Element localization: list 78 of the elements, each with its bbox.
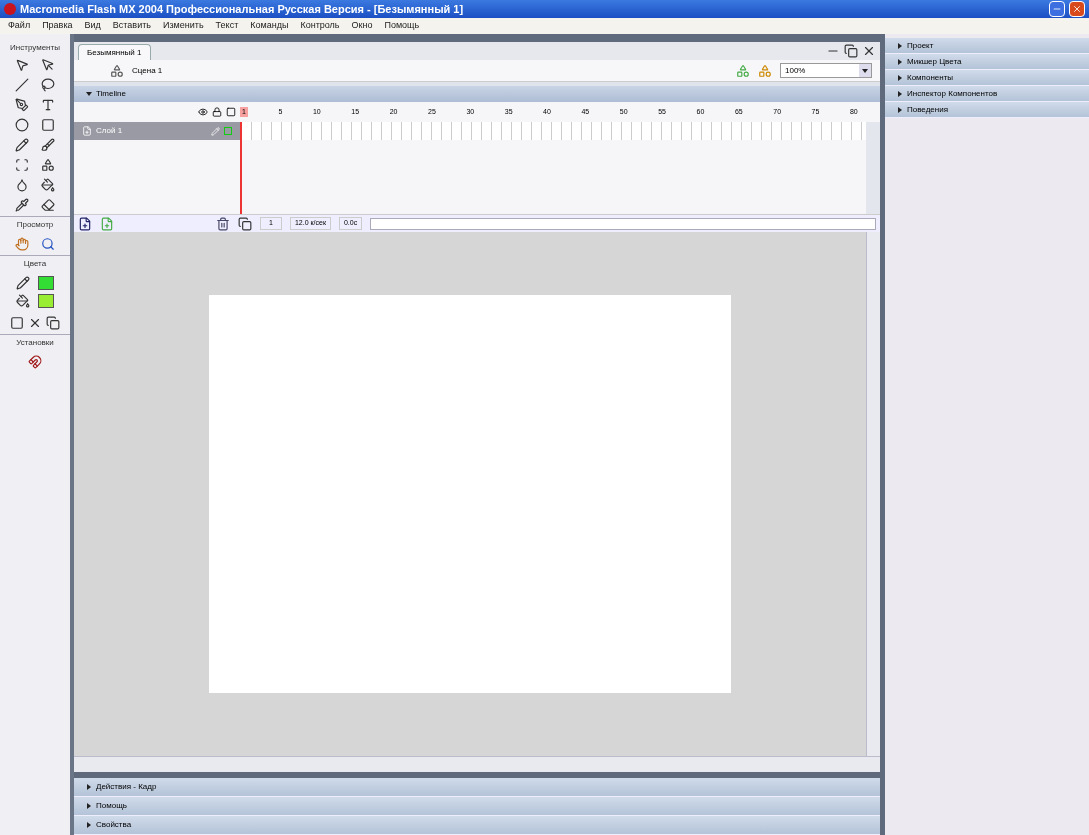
panel-title: Поведения (907, 103, 948, 116)
close-button[interactable] (1069, 1, 1085, 17)
toolbox-section-title: Инструменты (10, 42, 60, 54)
panel-title: Проект (907, 39, 934, 52)
window-title: Macromedia Flash MX 2004 Профессиональная Русская Версия - [Безымянный 1] (20, 1, 464, 17)
zoom-dropdown[interactable]: 100% (780, 63, 872, 78)
stroke-color-icon[interactable] (16, 276, 30, 290)
panel-title: Микшер Цвета (907, 55, 962, 68)
panel-header[interactable]: Микшер Цвета (885, 54, 1089, 70)
menu-item[interactable]: Файл (8, 19, 31, 33)
zoom-icon[interactable] (41, 237, 55, 251)
paint-bucket-icon[interactable] (41, 178, 55, 192)
panel-header[interactable]: Помощь (74, 797, 880, 816)
add-layer-icon[interactable] (78, 216, 92, 231)
panel-header[interactable]: Действия - Кадр (74, 778, 880, 797)
subselect-arrow-icon[interactable] (41, 58, 55, 72)
close-icon[interactable] (862, 44, 876, 58)
line-icon[interactable] (15, 78, 29, 92)
panel-header[interactable]: Инспектор Компонентов (885, 86, 1089, 102)
menu-item[interactable]: Текст (215, 19, 239, 33)
rectangle-icon[interactable] (41, 118, 55, 132)
restore-icon[interactable] (844, 44, 858, 58)
horizontal-scrollbar[interactable] (74, 756, 880, 772)
timeline-title: Timeline (96, 88, 126, 100)
timeline-header[interactable]: Timeline (74, 86, 880, 102)
minimize-button[interactable] (1049, 1, 1065, 17)
panel-title: Помощь (96, 800, 127, 812)
toolbox-section-title: Установки (0, 334, 70, 351)
fill-color-icon[interactable] (16, 294, 30, 308)
app-logo-icon (4, 3, 16, 15)
outline-icon[interactable] (226, 107, 236, 117)
panel-title: Компоненты (907, 71, 954, 84)
layer-name: Слой 1 (96, 125, 123, 137)
horizontal-scrollbar[interactable] (370, 217, 876, 230)
panel-header[interactable]: Свойства (74, 816, 880, 835)
menu-item[interactable]: Вставить (112, 19, 151, 33)
menu-item[interactable]: Вид (84, 19, 101, 33)
menu-item[interactable]: Изменить (163, 19, 204, 33)
color-swatch[interactable] (38, 294, 54, 308)
magnet-icon[interactable] (28, 355, 42, 369)
vertical-scrollbar[interactable] (866, 232, 880, 756)
document-tab[interactable]: Безымянный 1 (78, 44, 151, 60)
menu-item[interactable]: Помощь (384, 19, 420, 33)
no-color-icon[interactable] (28, 316, 42, 330)
expanded-triangle-icon (862, 67, 868, 74)
menu-item[interactable]: Контроль (300, 19, 340, 33)
panel-header[interactable]: Компоненты (885, 70, 1089, 86)
arrow-icon[interactable] (15, 58, 29, 72)
menu-item[interactable]: Команды (250, 19, 289, 33)
toolbox-section-title: Просмотр (0, 216, 70, 233)
eyedropper-icon[interactable] (15, 198, 29, 212)
hand-icon[interactable] (15, 237, 29, 251)
eye-icon[interactable] (198, 107, 208, 117)
scene-label[interactable]: Сцена 1 (132, 64, 163, 77)
panel-title: Инспектор Компонентов (907, 87, 998, 100)
oval-icon[interactable] (15, 118, 29, 132)
toolbox-section-title: Цвета (0, 255, 70, 272)
pencil-icon[interactable] (15, 138, 29, 152)
layer-outline-icon (224, 127, 232, 135)
lock-icon[interactable] (212, 107, 222, 117)
close-icon (1072, 4, 1082, 14)
text-tool-icon[interactable] (41, 98, 55, 112)
lasso-icon[interactable] (41, 78, 55, 92)
pen-icon[interactable] (15, 98, 29, 112)
color-swatch[interactable] (38, 276, 54, 290)
menu-item[interactable]: Правка (42, 19, 73, 33)
brush-icon[interactable] (41, 138, 55, 152)
panel-header[interactable]: Проект (885, 38, 1089, 54)
pencil-icon (211, 126, 220, 136)
panel-title: Действия - Кадр (96, 781, 157, 793)
panel-title: Свойства (96, 819, 132, 831)
transform-icon[interactable] (15, 158, 29, 172)
eraser-icon[interactable] (41, 198, 55, 212)
menu-item[interactable]: Окно (351, 19, 373, 33)
trash-icon[interactable] (216, 216, 230, 231)
vertical-scrollbar[interactable] (866, 122, 880, 214)
panel-header[interactable]: Поведения (885, 102, 1089, 118)
layer-icon (82, 126, 92, 136)
